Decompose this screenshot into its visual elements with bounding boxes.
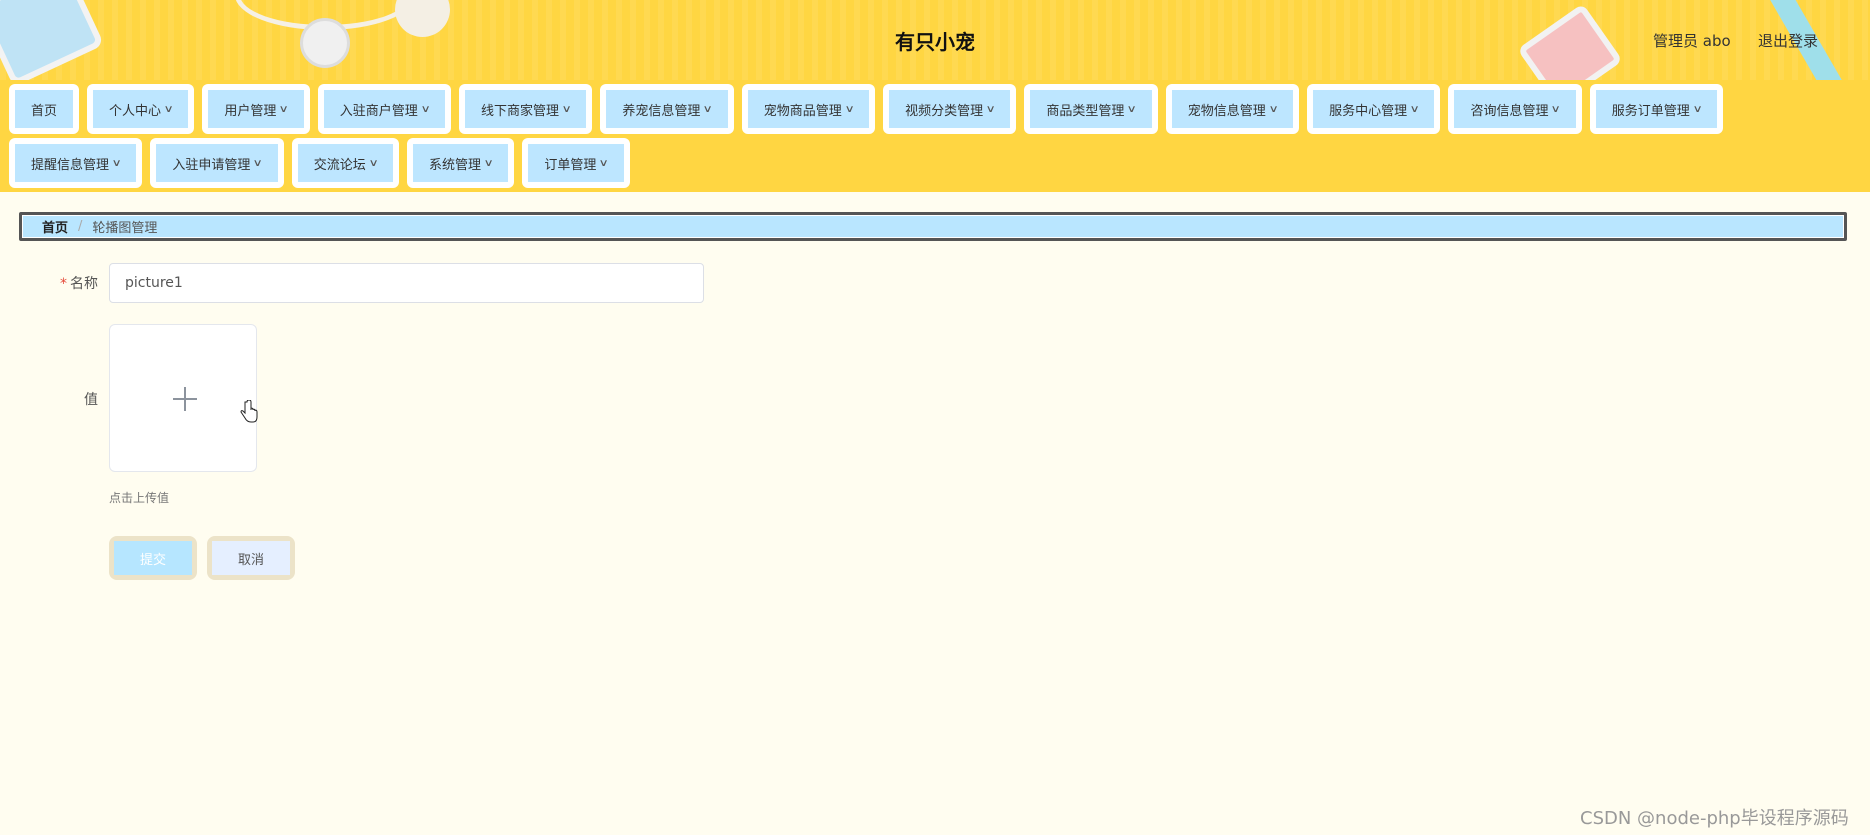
nav-item[interactable]: 提醒信息管理 ∨	[9, 138, 143, 188]
name-label: * 名称	[30, 273, 98, 293]
nav-item[interactable]: 系统管理 ∨	[407, 138, 515, 188]
nav-item-inner: 宠物信息管理 ∨	[1171, 90, 1294, 128]
breadcrumb-separator: /	[78, 219, 83, 234]
nav-item-label: 入驻申请管理	[172, 157, 251, 173]
nav-item-label: 首页	[31, 103, 58, 119]
nav-item[interactable]: 首页	[9, 84, 80, 134]
site-title: 有只小宠	[895, 30, 975, 54]
nav-item-label: 个人中心	[109, 103, 162, 119]
chevron-down-icon: ∨	[844, 103, 855, 115]
chevron-down-icon: ∨	[163, 103, 174, 115]
nav-item-inner: 线下商家管理 ∨	[465, 90, 587, 128]
nav-item[interactable]: 服务订单管理 ∨	[1589, 84, 1724, 134]
nav-item-inner: 入驻商户管理 ∨	[323, 90, 446, 128]
nav-item[interactable]: 用户管理 ∨	[202, 84, 310, 134]
nav-item[interactable]: 线下商家管理 ∨	[459, 84, 593, 134]
nav-item-label: 入驻商户管理	[339, 103, 418, 119]
chevron-down-icon: ∨	[1409, 103, 1420, 115]
value-label: 值	[84, 392, 98, 408]
nav-row-1: 首页 个人中心 ∨ 用户管理 ∨ 入驻商户管理 ∨ 线下商家管理 ∨ 养宠信息管理 ∨ 宠物商品管理 ∨…	[9, 84, 1724, 134]
nav-item-inner: 提醒信息管理 ∨	[15, 144, 137, 182]
chevron-down-icon: ∨	[1551, 103, 1562, 115]
nav-item-inner: 交流论坛 ∨	[297, 144, 394, 182]
admin-label: 管理员 abo	[1653, 32, 1731, 50]
chevron-down-icon: ∨	[483, 157, 494, 169]
nav-item-label: 线下商家管理	[481, 103, 560, 119]
chevron-down-icon: ∨	[1692, 103, 1703, 115]
name-input[interactable]	[109, 263, 704, 303]
nav-item-label: 宠物信息管理	[1187, 103, 1266, 119]
chevron-down-icon: ∨	[702, 103, 714, 115]
nav-item-inner: 系统管理 ∨	[413, 144, 509, 182]
nav-item[interactable]: 宠物商品管理 ∨	[741, 84, 876, 134]
nav-item-label: 服务中心管理	[1329, 103, 1408, 119]
nav-item-label: 用户管理	[224, 103, 277, 119]
image-uploader[interactable]	[109, 324, 257, 472]
nav-item-label: 服务订单管理	[1611, 103, 1690, 119]
nav-item[interactable]: 订单管理 ∨	[522, 138, 630, 188]
submit-button[interactable]: 提交	[109, 536, 197, 580]
nav-item-inner: 服务中心管理 ∨	[1313, 90, 1435, 128]
nav-item-inner: 用户管理 ∨	[208, 90, 304, 128]
nav-item-inner: 养宠信息管理 ∨	[606, 90, 728, 128]
submit-button-label: 提交	[114, 541, 192, 575]
chevron-down-icon: ∨	[598, 157, 610, 169]
nav-item-label: 交流论坛	[313, 157, 366, 173]
nav-item[interactable]: 个人中心 ∨	[87, 84, 195, 134]
chevron-down-icon: ∨	[1126, 103, 1138, 115]
nav-item[interactable]: 交流论坛 ∨	[291, 138, 400, 188]
breadcrumb-current: 轮播图管理	[92, 221, 158, 236]
nav-item-inner: 商品类型管理 ∨	[1030, 90, 1152, 128]
header: 有只小宠 管理员 abo 退出登录	[0, 0, 1870, 80]
nav-item-inner: 咨询信息管理 ∨	[1454, 90, 1576, 128]
chevron-down-icon: ∨	[252, 157, 264, 169]
nav-item-inner: 入驻申请管理 ∨	[156, 144, 278, 182]
chevron-down-icon: ∨	[111, 157, 122, 169]
chevron-down-icon: ∨	[561, 103, 572, 115]
nav-item-label: 养宠信息管理	[622, 103, 701, 119]
nav-item[interactable]: 商品类型管理 ∨	[1024, 84, 1158, 134]
breadcrumb-home[interactable]: 首页	[42, 217, 68, 236]
top-nav: 首页 个人中心 ∨ 用户管理 ∨ 入驻商户管理 ∨ 线下商家管理 ∨ 养宠信息管理 ∨ 宠物商品管理 ∨…	[0, 80, 1870, 192]
nav-item-inner: 宠物商品管理 ∨	[747, 90, 870, 128]
chevron-down-icon: ∨	[985, 103, 996, 115]
name-label-text: 名称	[70, 276, 98, 292]
nav-item-inner: 首页	[15, 90, 74, 128]
nav-item[interactable]: 宠物信息管理 ∨	[1165, 84, 1300, 134]
chevron-down-icon: ∨	[278, 103, 290, 115]
nav-item-inner: 服务订单管理 ∨	[1595, 90, 1718, 128]
plus-icon	[184, 387, 186, 411]
nav-item[interactable]: 咨询信息管理 ∨	[1448, 84, 1582, 134]
chevron-down-icon: ∨	[368, 157, 379, 169]
nav-item-label: 订单管理	[544, 157, 597, 173]
nav-item[interactable]: 入驻商户管理 ∨	[317, 84, 452, 134]
nav-item-label: 宠物商品管理	[763, 103, 842, 119]
breadcrumb: 首页 / 轮播图管理	[19, 212, 1847, 241]
hand-cursor-icon	[240, 400, 258, 423]
chevron-down-icon: ∨	[420, 103, 431, 115]
nav-item[interactable]: 视频分类管理 ∨	[883, 84, 1017, 134]
watermark: CSDN @node-php毕设程序源码	[1580, 808, 1849, 829]
nav-item-label: 商品类型管理	[1046, 103, 1125, 119]
nav-item-label: 提醒信息管理	[31, 157, 110, 173]
nav-item-inner: 个人中心 ∨	[93, 90, 189, 128]
nav-item-label: 咨询信息管理	[1470, 103, 1549, 119]
cancel-button-label: 取消	[212, 541, 290, 575]
nav-item-label: 系统管理	[429, 157, 482, 173]
nav-row-2: 提醒信息管理 ∨ 入驻申请管理 ∨ 交流论坛 ∨ 系统管理 ∨ 订单管理 ∨	[9, 138, 630, 188]
logout-link[interactable]: 退出登录	[1758, 30, 1818, 51]
nav-item[interactable]: 服务中心管理 ∨	[1307, 84, 1441, 134]
nav-item[interactable]: 养宠信息管理 ∨	[600, 84, 734, 134]
upload-tip: 点击上传值	[109, 491, 170, 505]
nav-item[interactable]: 入驻申请管理 ∨	[150, 138, 284, 188]
required-mark: *	[60, 276, 67, 292]
nav-item-inner: 视频分类管理 ∨	[889, 90, 1011, 128]
nav-item-inner: 订单管理 ∨	[528, 144, 624, 182]
chevron-down-icon: ∨	[1268, 103, 1279, 115]
nav-item-label: 视频分类管理	[905, 103, 984, 119]
cancel-button[interactable]: 取消	[207, 536, 295, 580]
